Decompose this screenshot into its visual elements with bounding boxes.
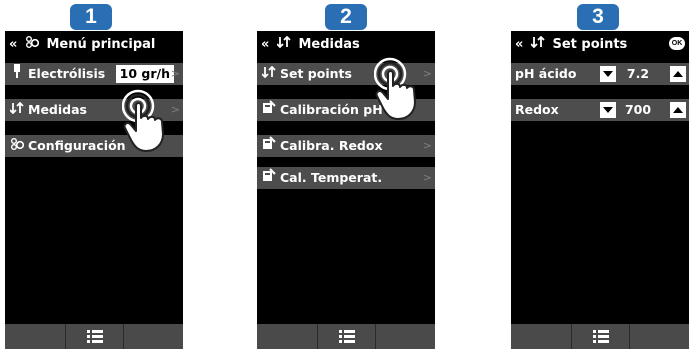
footer-divider [65, 324, 66, 349]
menu-item-cal-temperat[interactable]: Cal. Temperat. > [257, 167, 435, 189]
decrease-button[interactable] [600, 102, 616, 118]
tap-hand-icon [374, 57, 416, 120]
menu-item-label: Calibración pH [280, 102, 383, 117]
production-value: 10 gr/h [115, 65, 174, 83]
menu-item-label: Electrólisis [28, 66, 106, 81]
menu-icon[interactable] [593, 330, 609, 343]
chevron-right-icon: > [422, 139, 432, 152]
menu-item-label: Configuración [28, 138, 126, 153]
measure-icon [526, 35, 549, 52]
setpoint-value: 7.2 [626, 66, 650, 81]
settings-icon [20, 36, 43, 52]
menu-item-electrolisis[interactable]: Electrólisis 10 gr/h > [5, 63, 183, 85]
setpoint-row-ph: pH ácido 7.2 [511, 63, 689, 85]
measure-icon [261, 63, 277, 85]
menu-icon[interactable] [339, 330, 355, 343]
menu-icon[interactable] [87, 330, 103, 343]
screen-header: « Set points OK [511, 31, 689, 58]
screen-header: « Menú principal [5, 31, 183, 58]
calibration-icon [261, 167, 277, 189]
footer-divider [123, 324, 124, 349]
increase-button[interactable] [670, 102, 686, 118]
step-badge-2: 2 [325, 4, 367, 30]
setpoint-value: 700 [624, 102, 652, 117]
decrease-button[interactable] [600, 66, 616, 82]
measure-icon [272, 35, 295, 52]
back-icon[interactable]: « [261, 37, 269, 52]
screen-main-menu: « Menú principal Electrólisis 10 gr/h > … [5, 31, 183, 349]
screen-header: « Medidas [257, 31, 435, 58]
screen-footer [257, 324, 435, 349]
footer-divider [629, 324, 630, 349]
increase-button[interactable] [670, 66, 686, 82]
screen-footer [511, 324, 689, 349]
calibration-icon [261, 99, 277, 121]
setpoint-label: pH ácido [515, 66, 577, 81]
footer-divider [317, 324, 318, 349]
measure-icon [9, 99, 25, 121]
footer-divider [571, 324, 572, 349]
screen-footer [5, 324, 183, 349]
back-icon[interactable]: « [515, 37, 523, 52]
menu-item-label: Medidas [28, 102, 87, 117]
step-badge-3: 3 [577, 4, 619, 30]
menu-item-calibra-redox[interactable]: Calibra. Redox > [257, 135, 435, 157]
ok-icon[interactable]: OK [669, 37, 685, 50]
step-badge-1: 1 [70, 4, 112, 30]
setpoint-row-redox: Redox 700 [511, 99, 689, 121]
chevron-right-icon: > [170, 67, 180, 80]
screen-title: Menú principal [46, 37, 156, 52]
electrolysis-icon [9, 63, 25, 85]
menu-item-label: Calibra. Redox [280, 138, 383, 153]
screen-set-points: « Set points OK pH ácido 7.2 Redox 700 [511, 31, 689, 349]
setpoint-label: Redox [515, 102, 559, 117]
screen-title: Set points [552, 37, 628, 52]
footer-divider [375, 324, 376, 349]
menu-item-label: Cal. Temperat. [280, 170, 383, 185]
menu-item-label: Set points [280, 66, 352, 81]
back-icon[interactable]: « [9, 37, 17, 52]
tap-hand-icon [122, 89, 164, 152]
screen-title: Medidas [298, 37, 360, 52]
calibration-icon [261, 135, 277, 157]
chevron-right-icon: > [422, 171, 432, 184]
settings-icon [9, 135, 25, 157]
